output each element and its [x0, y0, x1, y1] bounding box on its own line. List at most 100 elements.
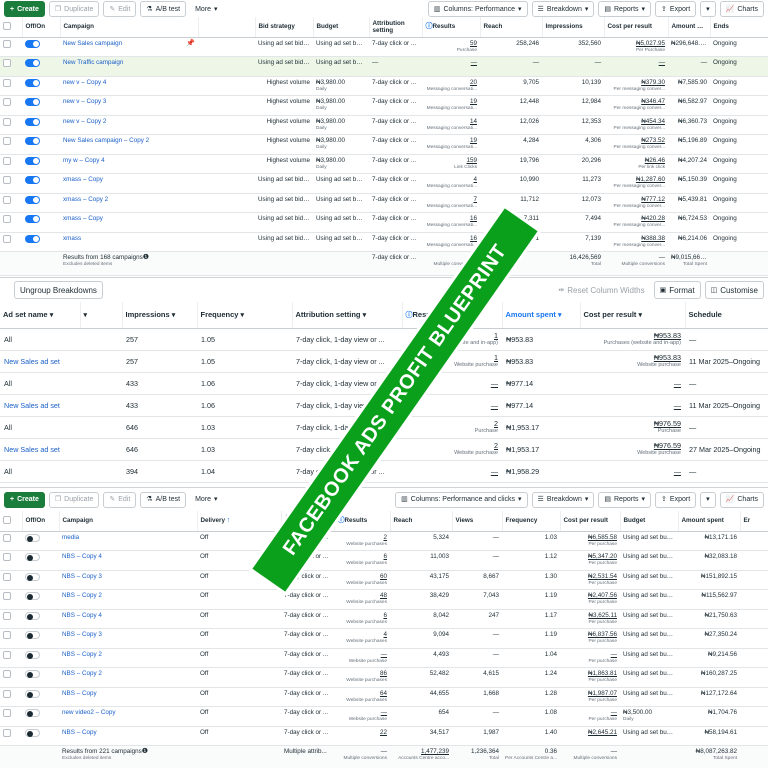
col-impressions[interactable]: Impressions ▾ [122, 302, 198, 329]
cell-campaign[interactable]: xmass – Copy [60, 173, 198, 194]
table-row[interactable]: new video2 – Copy Off 7-day click or ... — W… [0, 706, 768, 727]
row-select[interactable] [0, 648, 22, 668]
row-select[interactable] [0, 76, 22, 96]
row-select[interactable] [0, 531, 22, 551]
cell-off-on[interactable] [22, 193, 60, 213]
ab-test-button[interactable]: ⚗ A/B test [140, 1, 187, 17]
col-attribution[interactable]: Attribution setting ▾ [292, 302, 403, 329]
row-checkbox[interactable] [3, 670, 11, 678]
table-row[interactable]: NBS – Copy Off 7-day click or ... 64 Website… [0, 687, 768, 707]
row-checkbox[interactable] [3, 195, 11, 204]
cell-off-on[interactable] [22, 589, 59, 610]
row-select[interactable] [0, 95, 22, 116]
cell-campaign[interactable]: NBS – Copy 2 [59, 648, 197, 668]
row-checkbox[interactable] [3, 137, 11, 145]
cell-campaign[interactable]: xmass – Copy 2 [60, 193, 198, 213]
table-row[interactable]: NBS – Copy 2 Off 7-day click or ... 86 Websi… [0, 667, 768, 688]
row-checkbox[interactable] [3, 215, 11, 223]
row-checkbox[interactable] [3, 234, 11, 243]
row-checkbox[interactable] [3, 611, 11, 620]
cell-off-on[interactable] [22, 531, 59, 551]
cell-campaign[interactable]: NBS – Copy 3 [59, 628, 197, 649]
cell-off-on[interactable] [22, 232, 60, 252]
cell-ad-set-name[interactable]: New Sales ad set [0, 350, 122, 373]
col-off-on[interactable]: Off/On [22, 511, 60, 532]
table-row[interactable]: NBS – Copy Off 7-day click or ... 22 34,517 1… [0, 726, 768, 746]
col-cost-per-result[interactable]: Cost per result ▾ [580, 302, 686, 329]
cell-campaign[interactable]: new v – Copy 4 [60, 76, 198, 96]
cell-campaign[interactable]: New Traffic campaign [60, 56, 198, 77]
col-bid-strategy[interactable]: Bid strategy [255, 17, 314, 38]
row-checkbox[interactable] [3, 533, 11, 542]
breakdown-button[interactable]: ☰ Breakdown ▾ [531, 1, 595, 17]
export-button[interactable]: ⇪ Export [655, 1, 697, 17]
cell-off-on[interactable] [22, 173, 60, 194]
toggle-switch[interactable] [25, 137, 40, 145]
col-campaign[interactable]: Campaign [59, 511, 198, 532]
row-select[interactable] [0, 212, 22, 233]
row-select[interactable] [0, 667, 22, 688]
toggle-switch[interactable] [25, 195, 40, 204]
reports-button[interactable]: ▤ Reports ▾ [598, 491, 652, 508]
row-select[interactable] [0, 570, 22, 590]
cell-campaign[interactable]: NBS – Copy 2 [59, 589, 197, 610]
cell-off-on[interactable] [22, 706, 59, 727]
table-row[interactable]: NBS – Copy 3 Off 7-day click or ... 4 Websit… [0, 628, 768, 649]
col-frequency[interactable]: Frequency [502, 511, 561, 532]
table-row[interactable]: mediaOff7-day click or ...2Website purch… [0, 531, 768, 551]
create-button[interactable]: + Create [4, 491, 45, 508]
ungroup-breakdowns-button[interactable]: Ungroup Breakdowns [14, 281, 103, 299]
toggle-switch[interactable] [25, 650, 40, 659]
cell-campaign[interactable]: new v – Copy 2 [60, 115, 198, 135]
toggle-switch[interactable] [25, 572, 40, 581]
row-checkbox[interactable] [3, 78, 11, 87]
row-checkbox[interactable] [3, 631, 11, 639]
row-select[interactable] [0, 687, 22, 707]
cell-off-on[interactable] [22, 154, 60, 174]
toggle-switch[interactable] [25, 117, 40, 126]
charts-button[interactable]: 📈 Charts [719, 491, 764, 508]
breakdown-button[interactable]: ☰ Breakdown ▾ [531, 491, 595, 508]
create-button[interactable]: + Create [4, 1, 45, 17]
cell-campaign[interactable]: NBS – Copy 3 [59, 570, 197, 590]
col-reach[interactable]: Reach [480, 17, 543, 38]
row-checkbox[interactable] [3, 650, 11, 659]
row-checkbox[interactable] [3, 59, 11, 67]
toggle-switch[interactable] [25, 78, 40, 87]
row-select[interactable] [0, 134, 22, 155]
table-row[interactable]: new v – Copy 2 Highest volume ₦3,980.00 Dai… [0, 115, 768, 135]
more-button[interactable]: More ▾ [190, 491, 223, 508]
row-checkbox[interactable] [3, 709, 11, 717]
cell-off-on[interactable] [22, 56, 60, 77]
export-button[interactable]: ⇪ Export [655, 491, 697, 508]
cell-campaign[interactable]: New Sales campaign 📌 [60, 37, 198, 57]
columns-button[interactable]: ▥ Columns: Performance ▾ [427, 1, 528, 17]
cell-campaign[interactable]: New Sales campaign – Copy 2 [60, 134, 198, 155]
cell-campaign[interactable]: xmass [60, 232, 198, 252]
col-delivery[interactable]: Delivery ↑ [197, 511, 282, 532]
table-row[interactable]: New Sales campaign 📌 Using ad set bid ... U… [0, 37, 768, 57]
col-frequency[interactable]: Frequency ▾ [197, 302, 293, 329]
toggle-switch[interactable] [25, 533, 40, 542]
table-row[interactable]: New Sales campaign – Copy 2 Highest volum… [0, 134, 768, 155]
toggle-switch[interactable] [25, 670, 40, 678]
ab-test-button[interactable]: ⚗ A/B test [140, 491, 187, 508]
col-impressions[interactable]: Impressions [542, 17, 605, 38]
col-budget[interactable]: Budget [620, 511, 679, 532]
col-ad-set-name[interactable]: Ad set name ▾ [0, 302, 81, 329]
table-row[interactable]: NBS – Copy 4Off7-day click or ...6Websit… [0, 609, 768, 629]
reset-column-widths-button[interactable]: ⇹ Reset Column Widths [553, 281, 650, 299]
toggle-switch[interactable] [25, 553, 40, 561]
cell-off-on[interactable] [22, 609, 59, 629]
col-schedule[interactable]: Schedule [685, 302, 768, 329]
cell-off-on[interactable] [22, 95, 60, 116]
toggle-switch[interactable] [25, 98, 40, 106]
col-views[interactable]: Views [452, 511, 503, 532]
cell-campaign[interactable]: xmass – Copy [60, 212, 198, 233]
duplicate-button[interactable]: ❐ Duplicate [48, 491, 100, 508]
cell-off-on[interactable] [22, 134, 60, 155]
cell-campaign[interactable]: media [59, 531, 197, 551]
cell-off-on[interactable] [22, 726, 59, 746]
cell-off-on[interactable] [22, 667, 59, 688]
row-select[interactable] [0, 37, 22, 57]
